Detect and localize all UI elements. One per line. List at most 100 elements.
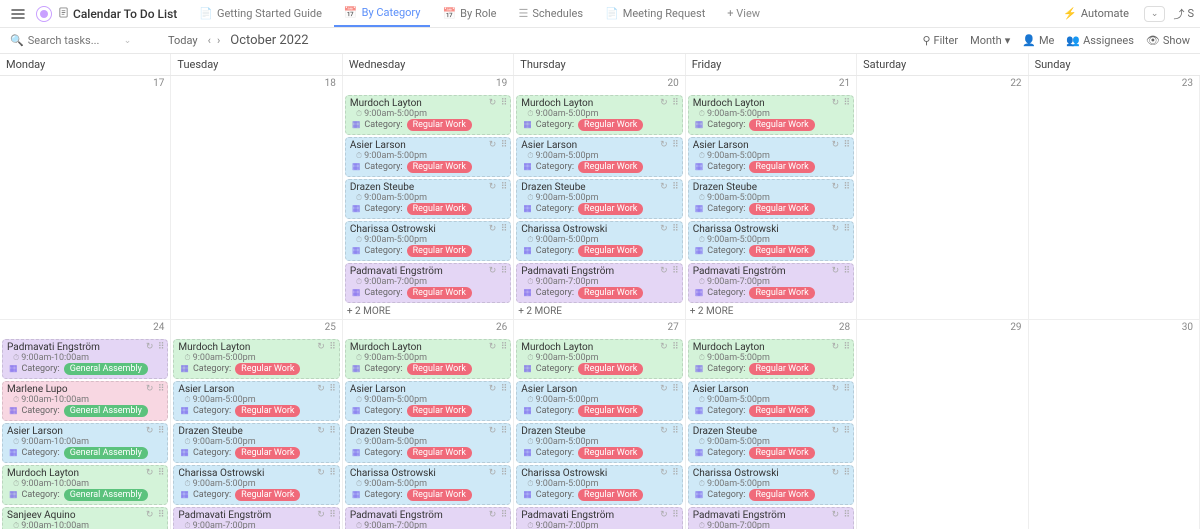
- category-tag[interactable]: Regular Work: [235, 363, 300, 375]
- category-tag[interactable]: Regular Work: [407, 161, 472, 173]
- drag-handle-icon[interactable]: ⠿: [844, 384, 851, 394]
- next-month-button[interactable]: ›: [217, 34, 220, 47]
- drag-handle-icon[interactable]: ⠿: [844, 98, 851, 108]
- drag-handle-icon[interactable]: ⠿: [672, 384, 679, 394]
- category-tag[interactable]: Regular Work: [407, 363, 472, 375]
- filter-button[interactable]: ⚲Filter: [922, 34, 958, 47]
- drag-handle-icon[interactable]: ⠿: [501, 426, 508, 436]
- drag-handle-icon[interactable]: ⠿: [329, 468, 336, 478]
- day-cell[interactable]: 18: [171, 76, 342, 320]
- category-tag[interactable]: Regular Work: [407, 203, 472, 215]
- category-tag[interactable]: Regular Work: [749, 405, 814, 417]
- category-tag[interactable]: General Assembly: [64, 489, 148, 501]
- calendar-event[interactable]: ⠿↻Charissa Ostrowski9:00am-5:00pm▦Catego…: [345, 221, 511, 261]
- search-box[interactable]: 🔍 ⌄: [10, 34, 150, 47]
- day-cell[interactable]: 24⠿↻Padmavati Engström9:00am-10:00am▦Cat…: [0, 320, 171, 529]
- drag-handle-icon[interactable]: ⠿: [672, 98, 679, 108]
- calendar-event[interactable]: ⠿↻Charissa Ostrowski9:00am-5:00pm▦Catego…: [516, 465, 682, 505]
- drag-handle-icon[interactable]: ⠿: [672, 342, 679, 352]
- drag-handle-icon[interactable]: ⠿: [329, 342, 336, 352]
- calendar-event[interactable]: ⠿↻Asier Larson9:00am-5:00pm▦Category:Reg…: [345, 137, 511, 177]
- category-tag[interactable]: Regular Work: [407, 287, 472, 299]
- drag-handle-icon[interactable]: ⠿: [501, 510, 508, 520]
- calendar-event[interactable]: ⠿↻Asier Larson9:00am-5:00pm▦Category:Reg…: [688, 137, 854, 177]
- tab-getting-started[interactable]: 📄Getting Started Guide: [189, 0, 332, 27]
- calendar-event[interactable]: ⠿↻Murdoch Layton9:00am-5:00pm▦Category:R…: [688, 339, 854, 379]
- calendar-event[interactable]: ⠿↻Drazen Steube9:00am-5:00pm▦Category:Re…: [173, 423, 339, 463]
- calendar-event[interactable]: ⠿↻Drazen Steube9:00am-5:00pm▦Category:Re…: [345, 179, 511, 219]
- more-events-button[interactable]: + 2 MORE: [514, 304, 684, 319]
- category-tag[interactable]: Regular Work: [407, 447, 472, 459]
- calendar-event[interactable]: ⠿↻Asier Larson9:00am-5:00pm▦Category:Reg…: [345, 381, 511, 421]
- calendar-event[interactable]: ⠿↻Asier Larson9:00am-5:00pm▦Category:Reg…: [688, 381, 854, 421]
- automate-dropdown[interactable]: ⌄: [1144, 6, 1166, 22]
- calendar-event[interactable]: ⠿↻Padmavati Engström9:00am-7:00pm▦Catego…: [345, 507, 511, 529]
- category-tag[interactable]: Regular Work: [235, 489, 300, 501]
- tab-meeting-request[interactable]: 📄Meeting Request: [595, 0, 715, 27]
- category-tag[interactable]: Regular Work: [235, 447, 300, 459]
- drag-handle-icon[interactable]: ⠿: [672, 182, 679, 192]
- calendar-event[interactable]: ⠿↻Murdoch Layton9:00am-10:00am▦Category:…: [2, 465, 168, 505]
- calendar-event[interactable]: ⠿↻Murdoch Layton9:00am-5:00pm▦Category:R…: [516, 339, 682, 379]
- calendar-event[interactable]: ⠿↻Padmavati Engström9:00am-7:00pm▦Catego…: [173, 507, 339, 529]
- category-tag[interactable]: General Assembly: [64, 363, 148, 375]
- drag-handle-icon[interactable]: ⠿: [501, 182, 508, 192]
- category-tag[interactable]: Regular Work: [407, 405, 472, 417]
- calendar-event[interactable]: ⠿↻Charissa Ostrowski9:00am-5:00pm▦Catego…: [688, 221, 854, 261]
- tab-by-category[interactable]: 📅By Category: [334, 0, 431, 27]
- category-tag[interactable]: Regular Work: [578, 245, 643, 257]
- drag-handle-icon[interactable]: ⠿: [329, 426, 336, 436]
- calendar-event[interactable]: ⠿↻Padmavati Engström9:00am-7:00pm▦Catego…: [516, 507, 682, 529]
- category-tag[interactable]: Regular Work: [407, 489, 472, 501]
- drag-handle-icon[interactable]: ⠿: [158, 468, 165, 478]
- category-tag[interactable]: Regular Work: [749, 489, 814, 501]
- drag-handle-icon[interactable]: ⠿: [844, 224, 851, 234]
- calendar-event[interactable]: ⠿↻Murdoch Layton9:00am-5:00pm▦Category:R…: [688, 95, 854, 135]
- day-cell[interactable]: 21⠿↻Murdoch Layton9:00am-5:00pm▦Category…: [686, 76, 857, 320]
- drag-handle-icon[interactable]: ⠿: [158, 426, 165, 436]
- tab-by-role[interactable]: 📅By Role: [432, 0, 506, 27]
- me-toggle[interactable]: 👤Me: [1022, 34, 1054, 47]
- calendar-event[interactable]: ⠿↻Asier Larson9:00am-5:00pm▦Category:Reg…: [516, 381, 682, 421]
- calendar-event[interactable]: ⠿↻Padmavati Engström9:00am-7:00pm▦Catego…: [688, 263, 854, 303]
- drag-handle-icon[interactable]: ⠿: [672, 510, 679, 520]
- drag-handle-icon[interactable]: ⠿: [672, 266, 679, 276]
- add-view-button[interactable]: + View: [717, 7, 770, 20]
- calendar-event[interactable]: ⠿↻Charissa Ostrowski9:00am-5:00pm▦Catego…: [173, 465, 339, 505]
- calendar-event[interactable]: ⠿↻Drazen Steube9:00am-5:00pm▦Category:Re…: [688, 423, 854, 463]
- calendar-event[interactable]: ⠿↻Drazen Steube9:00am-5:00pm▦Category:Re…: [516, 179, 682, 219]
- drag-handle-icon[interactable]: ⠿: [501, 342, 508, 352]
- day-cell[interactable]: 27⠿↻Murdoch Layton9:00am-5:00pm▦Category…: [514, 320, 685, 529]
- drag-handle-icon[interactable]: ⠿: [844, 468, 851, 478]
- drag-handle-icon[interactable]: ⠿: [672, 140, 679, 150]
- calendar-event[interactable]: ⠿↻Drazen Steube9:00am-5:00pm▦Category:Re…: [688, 179, 854, 219]
- drag-handle-icon[interactable]: ⠿: [844, 510, 851, 520]
- calendar-event[interactable]: ⠿↻Asier Larson9:00am-5:00pm▦Category:Reg…: [516, 137, 682, 177]
- calendar-event[interactable]: ⠿↻Asier Larson9:00am-5:00pm▦Category:Reg…: [173, 381, 339, 421]
- category-tag[interactable]: General Assembly: [64, 447, 148, 459]
- day-cell[interactable]: 19⠿↻Murdoch Layton9:00am-5:00pm▦Category…: [343, 76, 514, 320]
- category-tag[interactable]: Regular Work: [578, 203, 643, 215]
- drag-handle-icon[interactable]: ⠿: [844, 140, 851, 150]
- drag-handle-icon[interactable]: ⠿: [844, 266, 851, 276]
- category-tag[interactable]: Regular Work: [749, 119, 814, 131]
- calendar-event[interactable]: ⠿↻Charissa Ostrowski9:00am-5:00pm▦Catego…: [516, 221, 682, 261]
- category-tag[interactable]: Regular Work: [749, 287, 814, 299]
- category-tag[interactable]: Regular Work: [749, 363, 814, 375]
- drag-handle-icon[interactable]: ⠿: [158, 510, 165, 520]
- drag-handle-icon[interactable]: ⠿: [844, 426, 851, 436]
- calendar-event[interactable]: ⠿↻Charissa Ostrowski9:00am-5:00pm▦Catego…: [688, 465, 854, 505]
- category-tag[interactable]: Regular Work: [578, 405, 643, 417]
- category-tag[interactable]: Regular Work: [578, 119, 643, 131]
- more-events-button[interactable]: + 2 MORE: [343, 304, 513, 319]
- drag-handle-icon[interactable]: ⠿: [501, 266, 508, 276]
- drag-handle-icon[interactable]: ⠿: [501, 468, 508, 478]
- day-cell[interactable]: 20⠿↻Murdoch Layton9:00am-5:00pm▦Category…: [514, 76, 685, 320]
- calendar-event[interactable]: ⠿↻Sanjeev Aquino9:00am-10:00am▦Category:…: [2, 507, 168, 529]
- category-tag[interactable]: Regular Work: [578, 287, 643, 299]
- day-cell[interactable]: 22: [857, 76, 1028, 320]
- calendar-event[interactable]: ⠿↻Padmavati Engström9:00am-7:00pm▦Catego…: [345, 263, 511, 303]
- day-cell[interactable]: 25⠿↻Murdoch Layton9:00am-5:00pm▦Category…: [171, 320, 342, 529]
- range-dropdown[interactable]: Month▾: [970, 34, 1010, 47]
- automate-button[interactable]: ⚡ Automate: [1056, 4, 1136, 23]
